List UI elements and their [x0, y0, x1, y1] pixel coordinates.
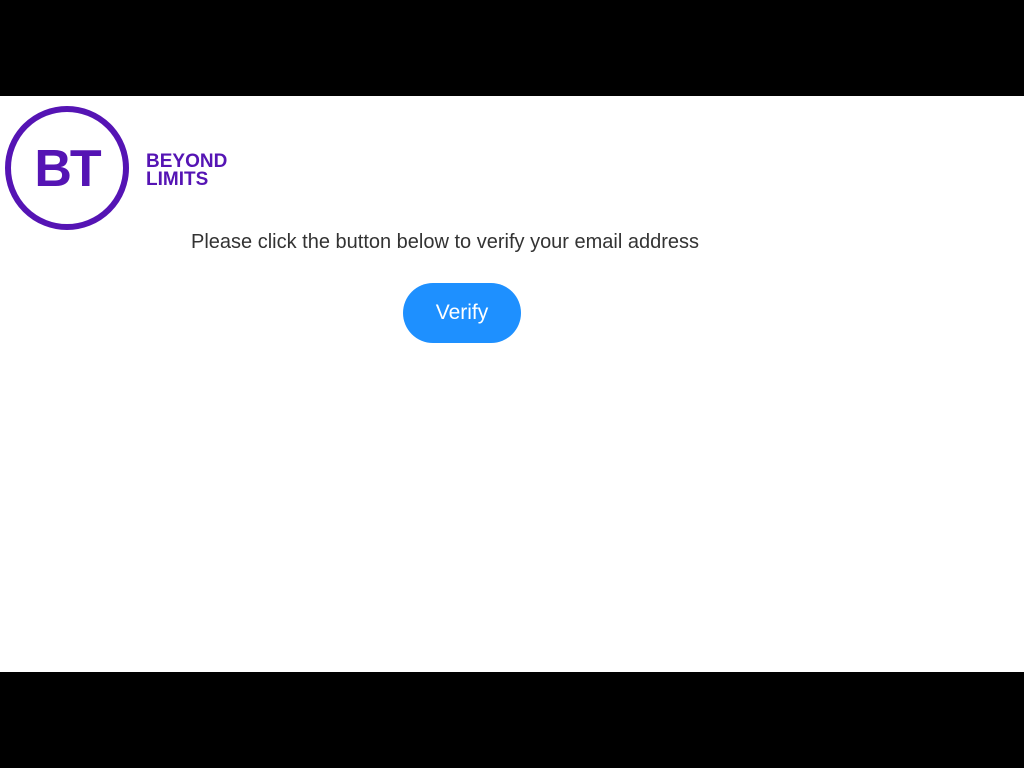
verification-message: Please click the button below to verify … — [191, 231, 700, 253]
letterbox-bottom — [0, 672, 1024, 768]
verify-button[interactable]: Verify — [403, 283, 521, 343]
logo-tagline-line2: LIMITS — [146, 169, 208, 190]
logo-initials: BT — [34, 140, 102, 198]
bt-logo: BT BEYOND LIMITS — [3, 104, 243, 232]
email-verification-page: BT BEYOND LIMITS Please click the button… — [0, 96, 1024, 672]
letterbox-top — [0, 0, 1024, 96]
